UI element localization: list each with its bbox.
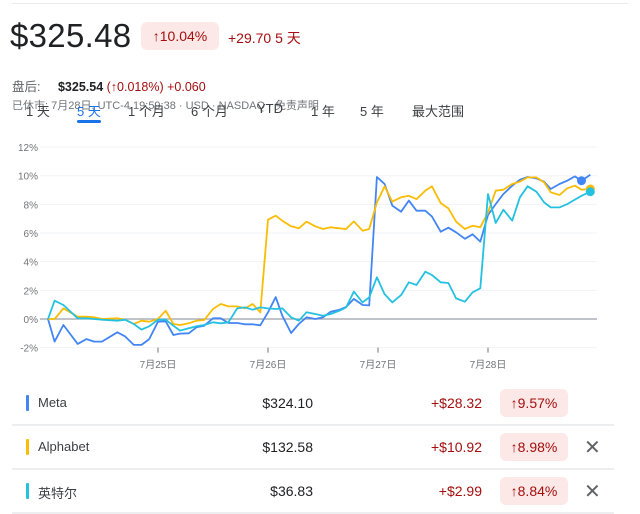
company-change: +$28.32 [431,395,482,411]
y-tick-label: -2% [20,344,38,355]
y-tick-label: 4% [24,258,39,269]
series-end-dot [585,187,595,197]
company-change-percent: ↑8.98% [500,433,568,461]
y-tick-label: 8% [24,200,39,211]
comparison-row-alphabet[interactable]: Alphabet $132.58 +$10.92 ↑8.98% ✕ [12,425,612,469]
company-change-percent: ↑8.84% [500,477,568,505]
company-name: Meta [38,395,67,410]
y-tick-label: 2% [24,286,39,297]
price-chart[interactable]: 12% 10% 8% 6% 4% 2% 0% -2% 7月25日 7月26日 7月27日 7月28日 [0,0,640,380]
series-line-Alphabet [48,176,591,326]
company-change-percent: ↑9.57% [500,389,568,417]
series-line-英特尔 [47,185,591,332]
remove-comparison-close-icon[interactable]: ✕ [584,435,601,460]
series-color-marker [26,395,29,411]
comparison-row-intel[interactable]: 英特尔 $36.83 +$2.99 ↑8.84% ✕ [12,469,612,513]
y-tick-label: 10% [18,172,38,183]
x-tick-label: 7月26日 [250,359,287,371]
company-change: +$2.99 [438,483,482,499]
x-tick-label: 7月25日 [140,359,177,371]
company-price: $324.10 [262,395,313,411]
company-name: 英特尔 [38,486,78,501]
company-change: +$10.92 [431,439,482,455]
series-color-marker [26,483,29,499]
y-tick-label: 12% [18,143,38,154]
series-color-marker [26,439,29,455]
company-name: Alphabet [38,439,90,454]
remove-comparison-close-icon[interactable]: ✕ [584,479,601,504]
x-tick-label: 7月27日 [360,359,397,371]
y-tick-label: 6% [24,229,39,240]
series-end-dot [577,176,586,186]
y-tick-label: 0% [24,315,39,326]
company-price: $132.58 [262,439,313,455]
comparison-row-meta[interactable]: Meta $324.10 +$28.32 ↑9.57% [12,381,612,425]
x-tick-label: 7月28日 [470,359,507,371]
company-price: $36.83 [270,483,313,499]
